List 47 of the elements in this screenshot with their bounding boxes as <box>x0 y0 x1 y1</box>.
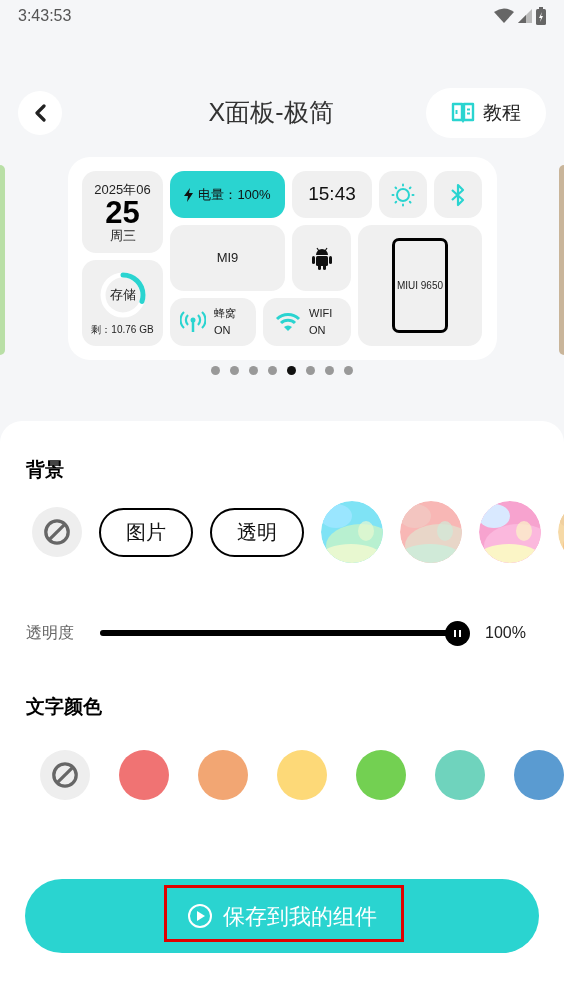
background-option[interactable]: 透明 <box>210 507 304 557</box>
back-button[interactable] <box>18 91 62 135</box>
phone-model: MIUI 9650 <box>396 279 444 293</box>
device-widget: MI9 <box>170 225 285 291</box>
wifi-state: ON <box>309 323 327 338</box>
android-icon <box>310 246 333 270</box>
day-number: 25 <box>105 196 140 228</box>
book-icon <box>451 102 475 124</box>
prohibited-icon <box>51 761 79 789</box>
wifi-icon <box>494 8 514 24</box>
no-color-option[interactable] <box>40 750 90 800</box>
color-swatch[interactable] <box>119 750 169 800</box>
battery-label: 电量：100% <box>198 185 271 204</box>
opacity-value: 100% <box>485 623 526 643</box>
tutorial-button[interactable]: 教程 <box>426 88 546 138</box>
opacity-label: 透明度 <box>26 623 75 643</box>
color-swatch[interactable] <box>514 750 564 800</box>
status-time: 3:43:53 <box>18 6 72 26</box>
color-swatch[interactable] <box>277 750 327 800</box>
brightness-icon[interactable] <box>391 182 415 207</box>
wifi-icon <box>275 312 301 332</box>
storage-remaining: 剩：10.76 GB <box>91 322 154 337</box>
lightning-icon <box>184 187 194 202</box>
prohibited-icon <box>43 518 71 546</box>
storage-label: 存储 <box>109 287 136 302</box>
color-swatch[interactable] <box>435 750 485 800</box>
year-month: 2025年06 <box>94 182 151 196</box>
slider-thumb[interactable] <box>445 620 470 646</box>
signal-icon <box>518 9 532 23</box>
back-icon <box>33 104 47 122</box>
bluetooth-icon[interactable] <box>450 182 466 207</box>
opacity-slider[interactable] <box>100 620 470 646</box>
cellular-state: ON <box>214 323 232 338</box>
background-option[interactable]: 图片 <box>99 507 193 557</box>
section-title: 背景 <box>26 458 64 482</box>
wifi-label: WIFI <box>309 306 333 321</box>
weekday: 周三 <box>109 228 136 242</box>
cellular-label: 蜂窝 <box>214 306 236 321</box>
color-swatch[interactable] <box>356 750 406 800</box>
page-title: X面板-极简 <box>208 97 334 129</box>
clock-widget: 15:43 <box>292 171 372 218</box>
play-icon <box>187 903 213 929</box>
section-title: 文字颜色 <box>26 695 102 719</box>
no-background-option[interactable] <box>32 507 82 557</box>
battery-icon <box>536 7 546 25</box>
antenna-icon <box>180 311 206 333</box>
color-swatch[interactable] <box>198 750 248 800</box>
